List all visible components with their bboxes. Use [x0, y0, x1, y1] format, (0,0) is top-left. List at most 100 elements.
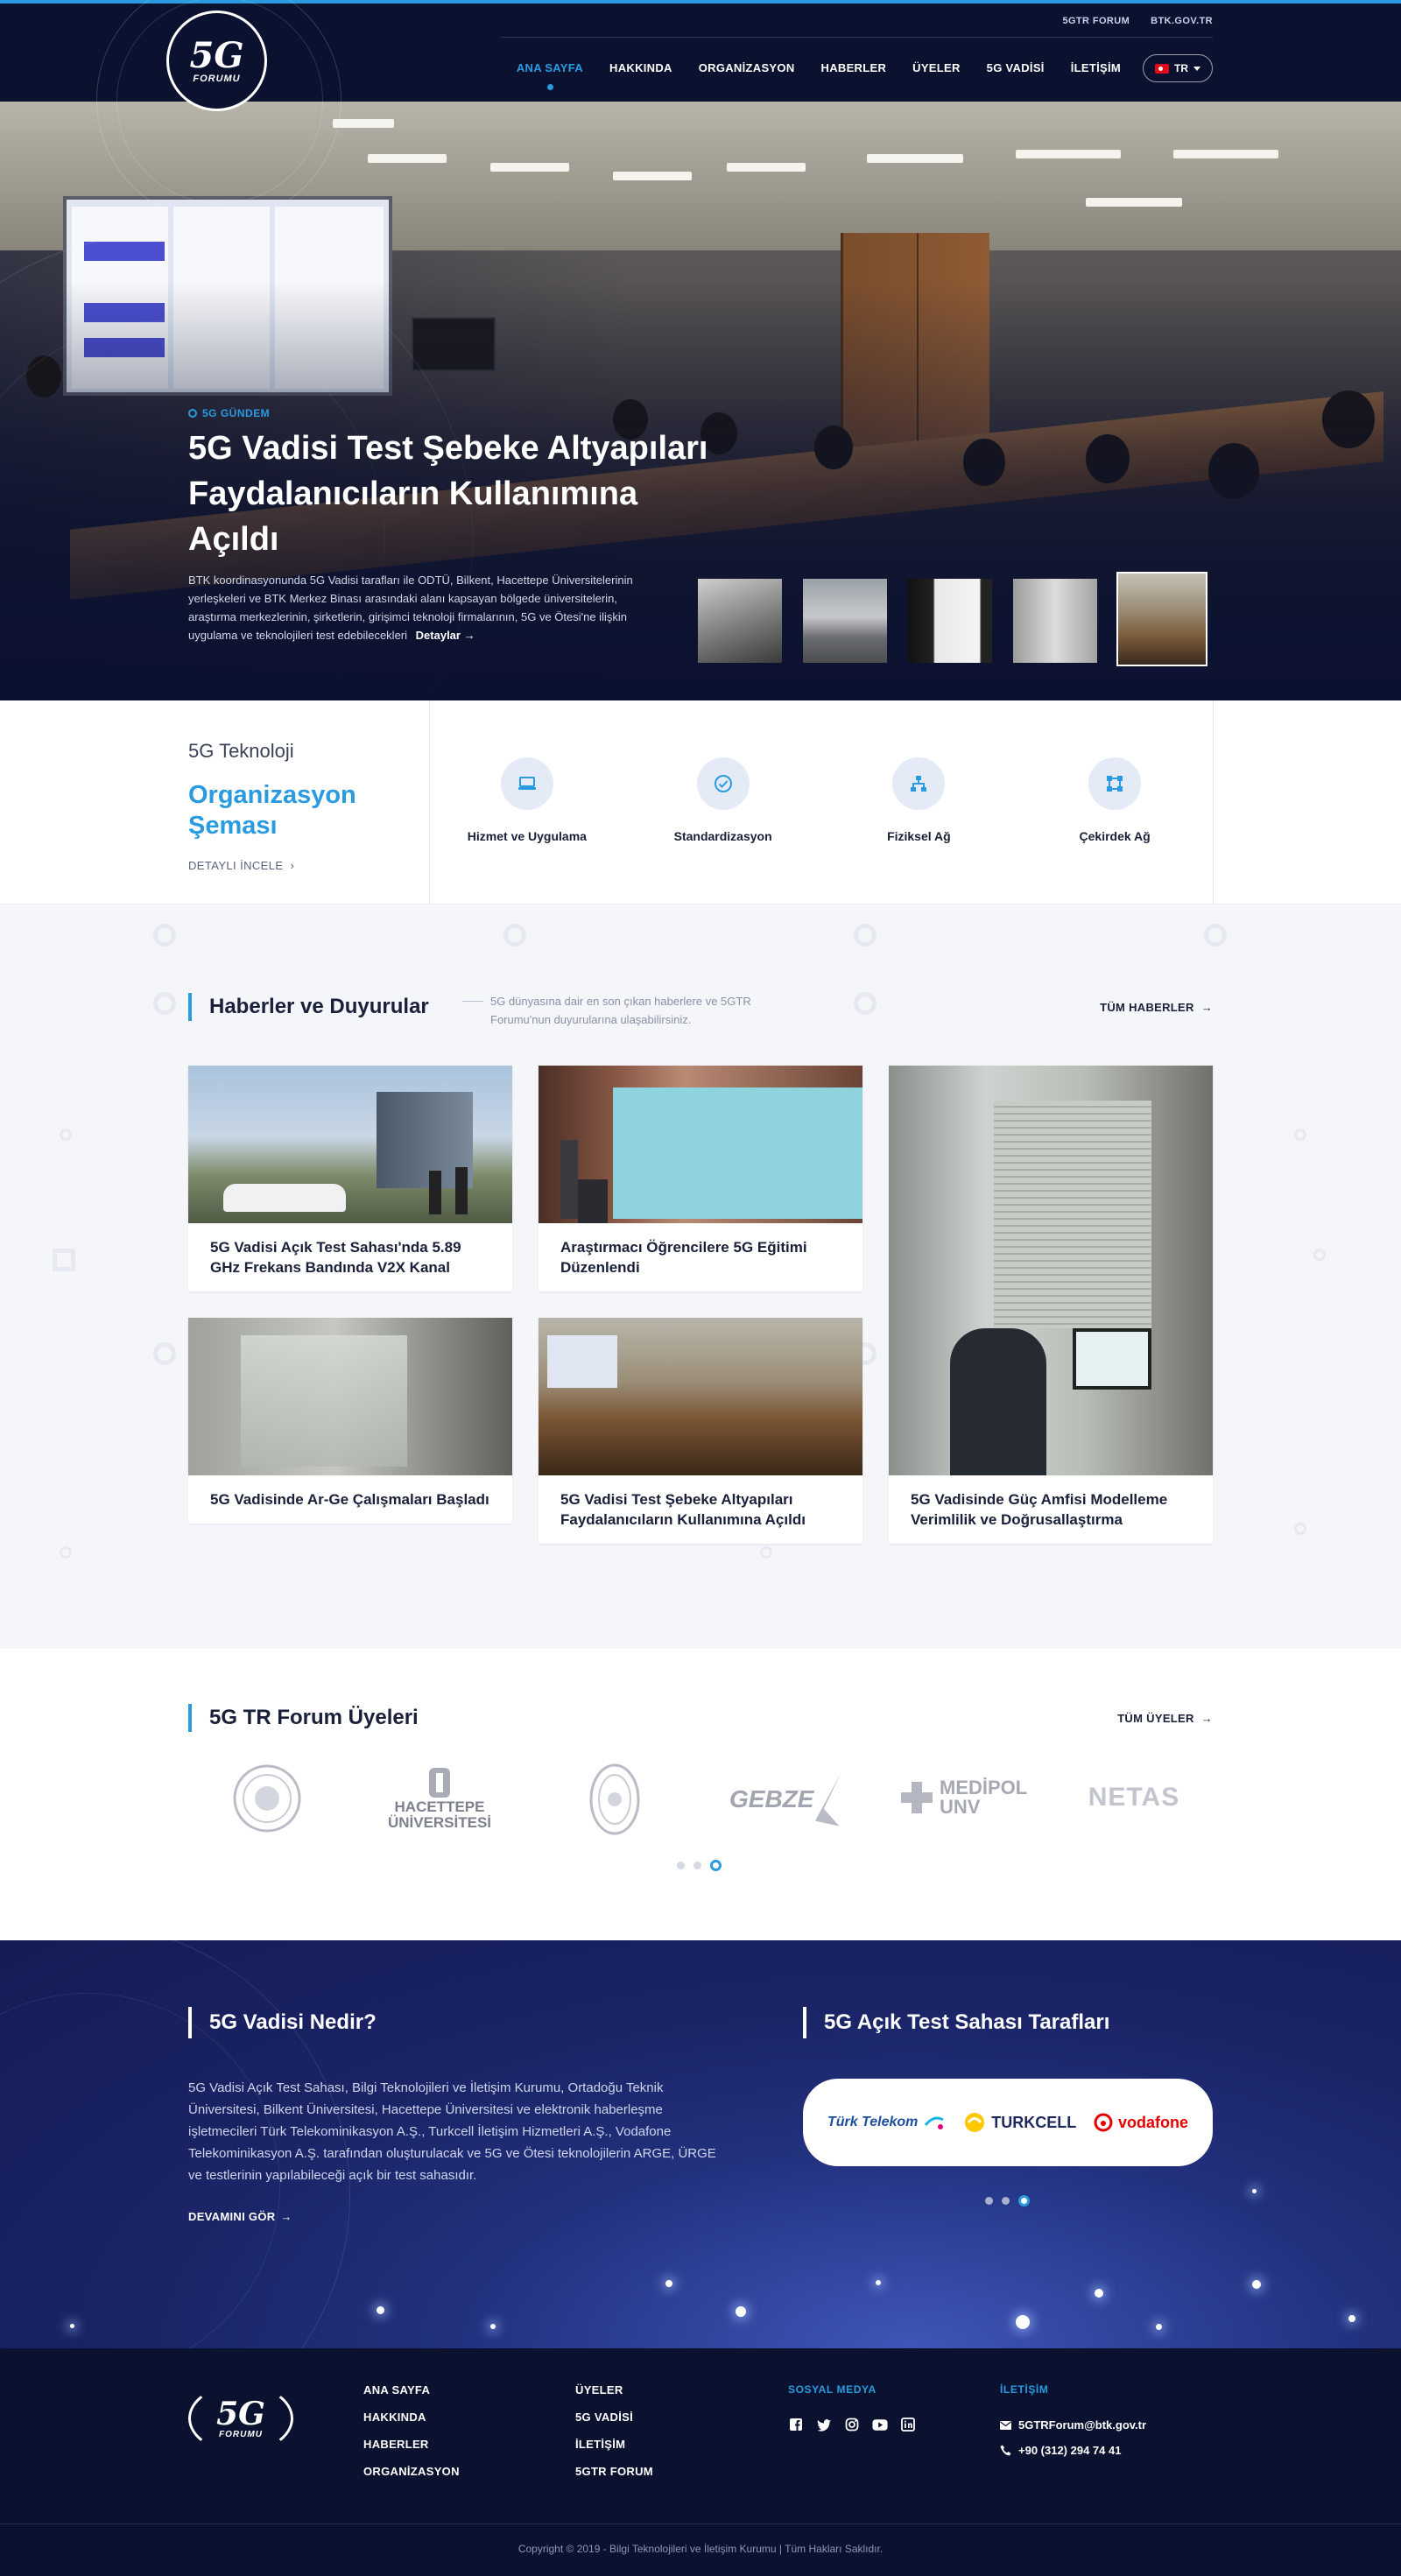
news-card-title: 5G Vadisi Açık Test Sahası'nda 5.89 GHz …: [210, 1239, 461, 1276]
decor-circle: [1313, 1249, 1326, 1261]
site-header: 5G FORUMU 5GTR FORUM BTK.GOV.TR ANA SAYF…: [0, 0, 1401, 222]
member-logo[interactable]: GEBZE: [729, 1763, 843, 1836]
site-footer: 5G FORUMU ANA SAYFA HAKKINDA HABERLER OR…: [0, 2348, 1401, 2576]
hero-details-link[interactable]: Detaylar →: [416, 629, 475, 642]
contact-heading: İLETİŞİM: [1000, 2383, 1049, 2396]
footer-divider: [0, 2523, 1401, 2524]
partner-vodafone[interactable]: vodafone: [1094, 2113, 1188, 2132]
hero-thumbnail[interactable]: [906, 577, 994, 665]
turk-telekom-icon: [925, 2116, 945, 2129]
hero-thumbnail[interactable]: [696, 577, 784, 665]
decor-circle: [1294, 1523, 1306, 1535]
glow-particle: [377, 2306, 384, 2314]
pagination-dot-active[interactable]: [1018, 2195, 1030, 2206]
contact-phone-text: +90 (312) 294 74 41: [1018, 2444, 1122, 2457]
read-more-label: DEVAMINI GÖR: [188, 2210, 276, 2223]
pagination-dot[interactable]: [985, 2197, 993, 2205]
decor-circle: [854, 924, 877, 947]
all-news-label: TÜM HABERLER: [1100, 1001, 1194, 1014]
pagination-dot[interactable]: [693, 1862, 701, 1869]
check-circle-icon: [696, 757, 750, 810]
nav-news[interactable]: HABERLER: [821, 61, 887, 74]
member-logo[interactable]: MEDİPOL UNV: [898, 1771, 1029, 1824]
pagination-dot[interactable]: [1002, 2197, 1010, 2205]
org-title[interactable]: Organizasyon Şeması: [188, 780, 398, 841]
language-selector[interactable]: TR: [1143, 54, 1213, 82]
twitter-icon[interactable]: [816, 2417, 832, 2432]
nav-5g-valley[interactable]: 5G VADİSİ: [987, 61, 1045, 74]
member-logo[interactable]: [588, 1763, 641, 1836]
glow-particle: [1348, 2315, 1355, 2322]
read-more-link[interactable]: DEVAMINI GÖR →: [188, 2210, 292, 2223]
news-card[interactable]: 5G Vadisinde Güç Amfisi Modelleme Veriml…: [889, 1066, 1213, 1544]
partner-name: vodafone: [1118, 2113, 1189, 2131]
hero-thumbnail[interactable]: [801, 577, 889, 665]
divider: [1213, 700, 1214, 904]
pagination-dot[interactable]: [677, 1862, 685, 1869]
nav-home[interactable]: ANA SAYFA: [517, 61, 583, 90]
footer-link-home[interactable]: ANA SAYFA: [363, 2383, 460, 2397]
glow-particle: [1156, 2324, 1162, 2330]
glow-particle: [1252, 2189, 1257, 2193]
caret-down-icon: [1193, 66, 1200, 71]
site-logo[interactable]: 5G FORUMU: [166, 11, 267, 111]
org-item-standardization[interactable]: Standardizasyon: [625, 700, 821, 904]
footer-link-members[interactable]: ÜYELER: [575, 2383, 653, 2397]
photo-car: [223, 1184, 346, 1212]
turkey-flag-icon: [1155, 63, 1169, 74]
top-link-5gtr-forum[interactable]: 5GTR FORUM: [1062, 16, 1130, 26]
footer-logo[interactable]: 5G FORUMU: [188, 2383, 293, 2453]
member-logo[interactable]: [232, 1763, 302, 1833]
member-logo[interactable]: HACETTEPE ÜNİVERSİTESİ: [378, 1761, 501, 1836]
facebook-icon[interactable]: [788, 2417, 804, 2432]
news-card[interactable]: 5G Vadisi Açık Test Sahası'nda 5.89 GHz …: [188, 1066, 512, 1292]
hero-thumbnail-active[interactable]: [1116, 572, 1207, 666]
pagination-dot-active[interactable]: [710, 1860, 722, 1871]
contact-email[interactable]: 5GTRForum@btk.gov.tr: [1000, 2418, 1146, 2432]
all-news-link[interactable]: TÜM HABERLER →: [1100, 1001, 1213, 1014]
nav-contact[interactable]: İLETİŞİM: [1071, 61, 1121, 74]
envelope-icon: [1000, 2420, 1011, 2430]
top-link-btk[interactable]: BTK.GOV.TR: [1151, 16, 1213, 26]
partner-turk-telekom[interactable]: Türk Telekom: [827, 2111, 946, 2134]
arrow-right-icon: →: [280, 2210, 292, 2223]
youtube-icon[interactable]: [872, 2417, 888, 2432]
valley-heading: 5G Vadisi Nedir?: [188, 2007, 377, 2038]
footer-link-news[interactable]: HABERLER: [363, 2438, 460, 2451]
org-item-physical-network[interactable]: Fiziksel Ağ: [821, 700, 1017, 904]
news-card[interactable]: 5G Vadisinde Ar-Ge Çalışmaları Başladı: [188, 1318, 512, 1524]
nav-organization[interactable]: ORGANİZASYON: [699, 61, 795, 74]
footer-link-contact[interactable]: İLETİŞİM: [575, 2438, 653, 2451]
all-members-link[interactable]: TÜM ÜYELER →: [1117, 1712, 1213, 1725]
member-logo[interactable]: NETAS: [1086, 1780, 1182, 1815]
hero-title[interactable]: 5G Vadisi Test Şebeke Altyapıları Faydal…: [188, 426, 714, 562]
valley-description: 5G Vadisi Açık Test Sahası, Bilgi Teknol…: [188, 2080, 716, 2183]
nav-members[interactable]: ÜYELER: [912, 61, 961, 74]
news-card[interactable]: 5G Vadisi Test Şebeke Altyapıları Faydal…: [539, 1318, 862, 1544]
footer-link-organization[interactable]: ORGANİZASYON: [363, 2465, 460, 2478]
org-item-core-network[interactable]: Çekirdek Ağ: [1017, 700, 1213, 904]
hero-thumbnail[interactable]: [1011, 577, 1099, 665]
org-item-label: Hizmet ve Uygulama: [467, 829, 587, 843]
footer-social: SOSYAL MEDYA: [788, 2383, 916, 2432]
footer-link-about[interactable]: HAKKINDA: [363, 2411, 460, 2424]
news-card-image: [889, 1066, 1213, 1475]
hero-details-label: Detaylar: [415, 629, 461, 642]
partner-turkcell[interactable]: TURKCELL: [963, 2111, 1076, 2134]
linkedin-icon[interactable]: [900, 2417, 916, 2432]
thumbnail-image: [1013, 579, 1097, 663]
hero-tag-label: 5G GÜNDEM: [202, 407, 271, 419]
org-item-service[interactable]: Hizmet ve Uygulama: [429, 700, 625, 904]
partners-heading: 5G Açık Test Sahası Tarafları: [803, 2007, 1109, 2038]
news-card[interactable]: Araştırmacı Öğrencilere 5G Eğitimi Düzen…: [539, 1066, 862, 1292]
instagram-icon[interactable]: [844, 2417, 860, 2432]
org-detail-link[interactable]: DETAYLI İNCELE ›: [188, 859, 398, 872]
nav-about[interactable]: HAKKINDA: [609, 61, 672, 74]
footer-link-5gtr-forum[interactable]: 5GTR FORUM: [575, 2465, 653, 2478]
contact-phone[interactable]: +90 (312) 294 74 41: [1000, 2444, 1146, 2457]
copyright: Copyright © 2019 - Bilgi Teknolojileri v…: [517, 2543, 884, 2555]
footer-link-5g-valley[interactable]: 5G VADİSİ: [575, 2411, 653, 2424]
university-seal-icon: [233, 1764, 301, 1833]
language-label: TR: [1174, 62, 1188, 74]
news-card-title: 5G Vadisinde Ar-Ge Çalışmaları Başladı: [210, 1491, 489, 1508]
